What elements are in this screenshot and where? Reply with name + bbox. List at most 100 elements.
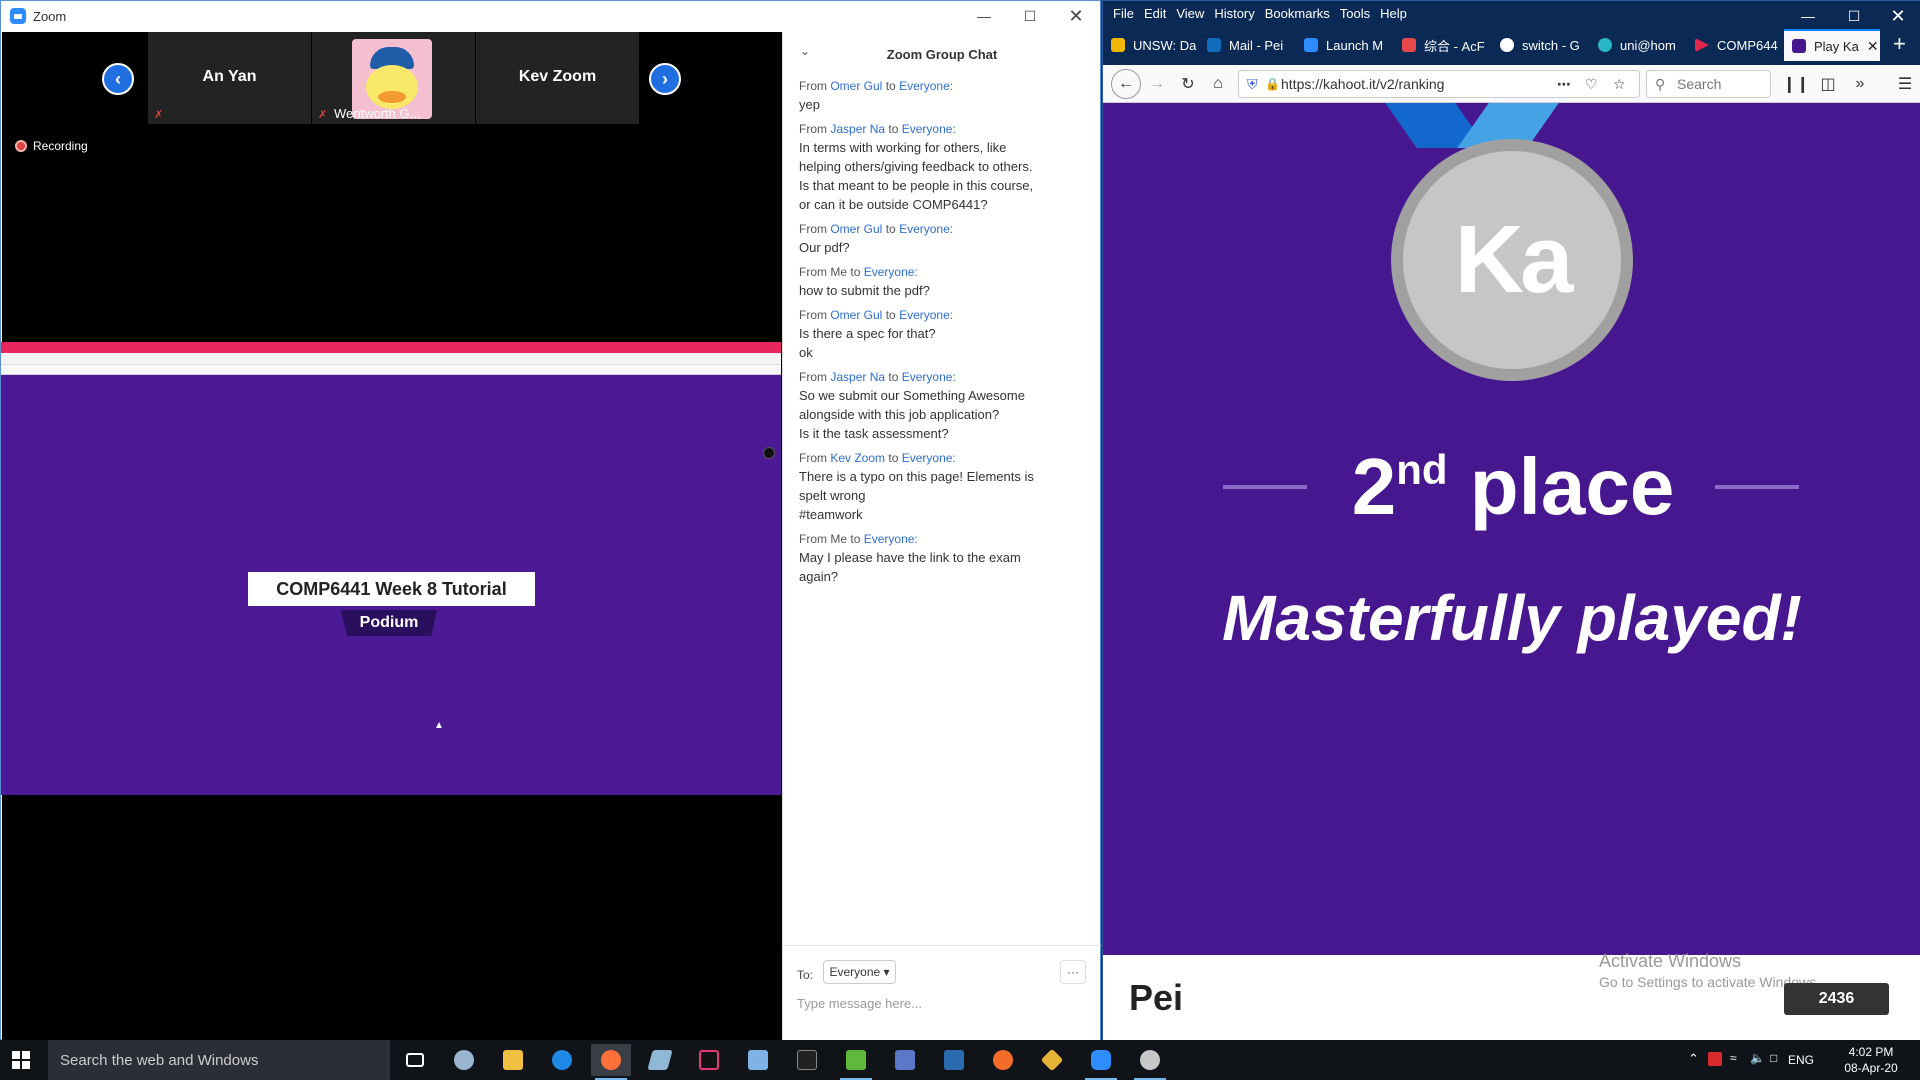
language-indicator[interactable]: ENG: [1788, 1053, 1814, 1067]
firefox-taskbar-icon[interactable]: [591, 1044, 631, 1080]
notepad-icon[interactable]: [836, 1044, 876, 1080]
intellij-icon[interactable]: [689, 1044, 729, 1076]
menu-history[interactable]: History: [1214, 6, 1254, 21]
browser-tab[interactable]: switch - G: [1492, 29, 1590, 61]
steam-icon[interactable]: [444, 1044, 484, 1076]
recipient-select[interactable]: Everyone ▾: [823, 960, 896, 984]
search-input[interactable]: ⚲ Search: [1646, 70, 1771, 98]
more-options-button[interactable]: ···: [1060, 960, 1086, 984]
wifi-icon[interactable]: ≈: [1730, 1051, 1737, 1065]
menu-tools[interactable]: Tools: [1340, 6, 1370, 21]
shield-icon[interactable]: ⛨: [1247, 76, 1258, 93]
search-icon: ⚲: [1655, 75, 1666, 92]
menu-file[interactable]: File: [1113, 6, 1134, 21]
chat-recipient: Everyone:: [901, 122, 956, 136]
page-actions-icon[interactable]: ⋯: [1557, 76, 1571, 93]
chat-message: From Jasper Na to Everyone: In terms with…: [799, 121, 1089, 214]
taskbar-search-input[interactable]: Search the web and Windows: [48, 1040, 390, 1080]
firefox-window: File Edit View History Bookmarks Tools H…: [1102, 0, 1920, 1040]
file-explorer-icon[interactable]: [493, 1044, 533, 1076]
tab-label: Play Ka: [1814, 38, 1859, 54]
browser-tab[interactable]: Mail - Pei: [1199, 29, 1296, 61]
home-icon[interactable]: ⌂: [1206, 72, 1230, 96]
forward-icon[interactable]: →: [1145, 72, 1169, 96]
edge-icon[interactable]: [542, 1044, 582, 1076]
chat-message-sender-line: From Omer Gul to Everyone:: [799, 78, 1089, 95]
menu-view[interactable]: View: [1176, 6, 1204, 21]
prev-page-button[interactable]: ‹: [102, 63, 134, 95]
participant-tile[interactable]: An Yan ✗: [148, 32, 311, 124]
share-control-icon[interactable]: [763, 447, 775, 459]
participant-tile[interactable]: Kev Zoom: [476, 32, 639, 124]
task-view-icon[interactable]: [395, 1044, 435, 1076]
chat-sender: Kev Zoom: [830, 451, 886, 465]
participant-tile[interactable]: ✗ Wentworth G...: [312, 32, 475, 124]
browser-tab[interactable]: uni@hom: [1590, 29, 1687, 61]
from-word: From: [799, 122, 827, 136]
shared-browser-bookmarks: [1, 365, 781, 375]
reload-icon[interactable]: ↻: [1176, 72, 1200, 96]
close-icon[interactable]: ✕: [1053, 1, 1099, 31]
bookmark-star-icon[interactable]: ☆: [1613, 76, 1626, 93]
chat-header: ⌄ Zoom Group Chat: [783, 32, 1101, 72]
to-word: to: [888, 122, 899, 136]
chat-sender: Jasper Na: [830, 122, 886, 136]
chat-recipient: Everyone:: [901, 451, 956, 465]
terminal-icon[interactable]: [787, 1044, 827, 1076]
sublime-icon[interactable]: [983, 1044, 1023, 1076]
minimize-icon[interactable]: —: [961, 1, 1007, 31]
new-tab-icon[interactable]: +: [1893, 31, 1906, 57]
paint-icon[interactable]: [640, 1044, 680, 1076]
hamburger-menu-icon[interactable]: ☰: [1893, 72, 1917, 96]
tab-favicon-icon: [1402, 38, 1416, 52]
browser-tab-active[interactable]: Play Ka ✕: [1784, 29, 1880, 61]
menu-help[interactable]: Help: [1380, 6, 1407, 21]
url-bar[interactable]: ⛨ 🔒 https://kahoot.it/v2/ranking ⋯ ♡ ☆: [1238, 70, 1640, 98]
menu-bookmarks[interactable]: Bookmarks: [1265, 6, 1330, 21]
windows-start-icon[interactable]: [12, 1051, 30, 1069]
tab-label: Mail - Pei: [1229, 37, 1284, 53]
next-page-button[interactable]: ›: [649, 63, 681, 95]
menu-edit[interactable]: Edit: [1144, 6, 1166, 21]
chat-sender: Jasper Na: [830, 370, 886, 384]
pocket-icon[interactable]: ♡: [1585, 76, 1598, 93]
library-icon[interactable]: ❙❙: [1783, 72, 1810, 96]
recording-indicator[interactable]: Recording: [15, 139, 88, 153]
browser-tab[interactable]: UNSW: Da: [1103, 29, 1199, 61]
chat-message-sender-line: From Me to Everyone:: [799, 264, 1089, 281]
taskbar-clock[interactable]: 4:02 PM 08-Apr-20: [1836, 1044, 1906, 1076]
browser-tab[interactable]: Launch M: [1296, 29, 1394, 61]
tab-label: COMP644: [1717, 37, 1778, 53]
silver-medal: Ka: [1391, 139, 1633, 381]
virtualbox-icon[interactable]: [738, 1044, 778, 1076]
chevron-up-icon[interactable]: ⌃: [1688, 1051, 1699, 1067]
zoom-taskbar-icon[interactable]: [1081, 1044, 1121, 1080]
action-center-icon[interactable]: □: [1770, 1051, 1777, 1065]
volume-icon[interactable]: 🔈: [1750, 1051, 1765, 1065]
back-icon[interactable]: ←: [1111, 69, 1141, 99]
maximize-icon[interactable]: ☐: [1007, 1, 1053, 31]
snipping-tool-icon[interactable]: [1130, 1044, 1170, 1080]
praise-message: Masterfully played!: [1222, 582, 1802, 654]
chat-message-input[interactable]: Type message here...: [797, 996, 922, 1011]
lock-icon[interactable]: 🔒: [1265, 77, 1280, 91]
sidebar-icon[interactable]: ◫: [1816, 72, 1840, 96]
browser-tab[interactable]: 综合 - AcF: [1394, 29, 1492, 61]
browser-tab[interactable]: COMP644: [1687, 29, 1784, 61]
chat-message: From Kev Zoom to Everyone: There is a typ…: [799, 450, 1089, 524]
shared-browser-toolbar: [1, 353, 781, 365]
tab-close-icon[interactable]: ✕: [1867, 38, 1879, 55]
vscode-icon[interactable]: [934, 1044, 974, 1076]
chat-panel: ⌄ Zoom Group Chat From Omer Gul to Every…: [782, 32, 1101, 1040]
chat-sender: Omer Gul: [830, 308, 883, 322]
place-suffix: nd: [1396, 446, 1448, 493]
chat-message: From Me to Everyone: how to submit the pd…: [799, 264, 1089, 300]
network-tool-icon[interactable]: [885, 1044, 925, 1076]
antivirus-icon[interactable]: [1708, 1052, 1722, 1066]
overflow-menu-icon[interactable]: »: [1848, 72, 1872, 96]
recording-icon: [15, 140, 27, 152]
tab-label: 综合 - AcF: [1424, 38, 1485, 54]
to-word: to: [888, 451, 899, 465]
participant-name: Wentworth G...: [334, 106, 421, 121]
git-client-icon[interactable]: [1032, 1044, 1072, 1076]
